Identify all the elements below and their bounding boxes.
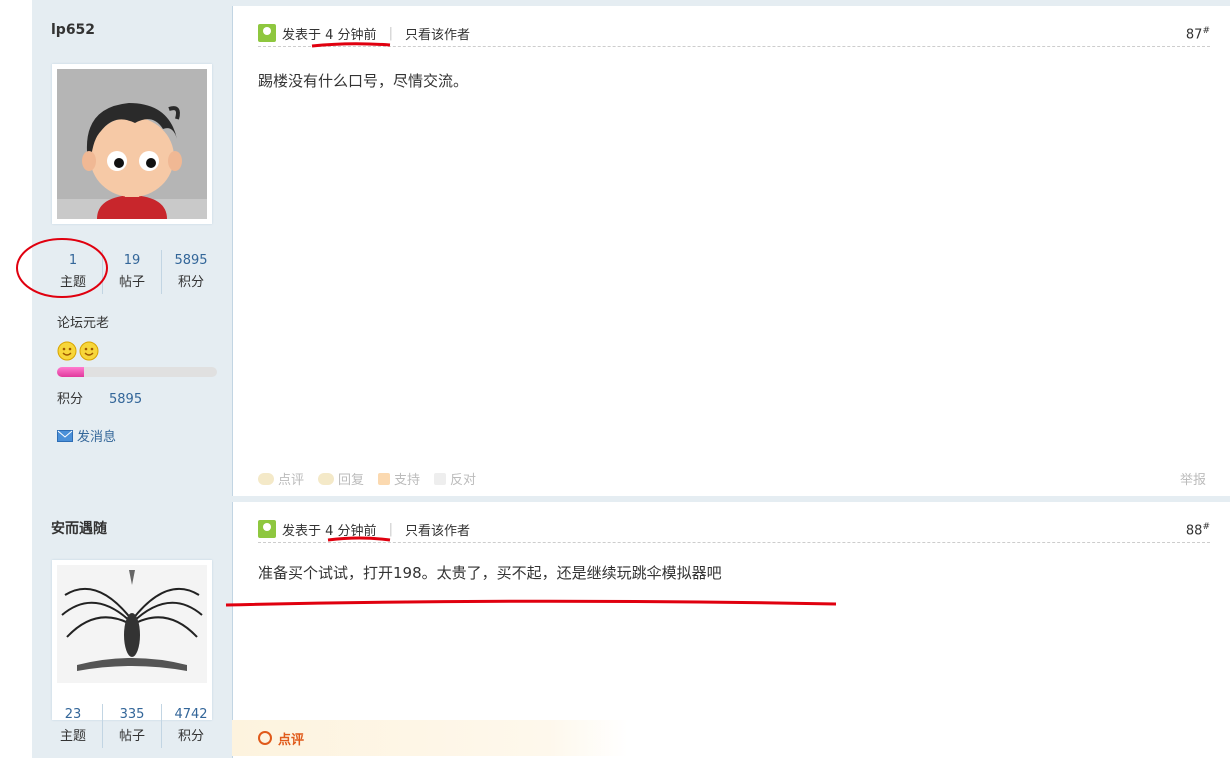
level-progress-fill: [57, 367, 85, 377]
meta-separator: |: [388, 521, 393, 537]
reply-label[interactable]: 回复: [338, 469, 364, 488]
author-sidebar: 安而遇随 23 主题 335 帖子 4742 积分: [32, 502, 233, 758]
post-87: lp652 1 主题 19 帖子 5895 积分 论坛元老 积分 5895 发消…: [32, 0, 1230, 502]
comment-ring-icon: [258, 731, 272, 745]
stat-label: 积分: [177, 729, 204, 744]
post-actions: 点评 回复 支持 反对 举报: [258, 469, 1210, 488]
floor-value[interactable]: 87: [1186, 27, 1203, 42]
author-sidebar: lp652 1 主题 19 帖子 5895 积分 论坛元老 积分 5895 发消…: [32, 6, 233, 502]
stat-num[interactable]: 335: [103, 704, 161, 726]
post-body: 准备买个试试，打开198。太贵了，买不起，还是继续玩跳伞模拟器吧: [258, 564, 722, 582]
stat-points[interactable]: 4742 积分: [161, 704, 220, 748]
send-message-label[interactable]: 发消息: [77, 426, 116, 445]
stat-posts[interactable]: 335 帖子: [102, 704, 161, 748]
comment-icon: [258, 472, 274, 485]
post-body: 踢楼没有什么口号，尽情交流。: [258, 72, 469, 90]
post-content: 发表于 4 分钟前 | 只看该作者 88# 准备买个试试，打开198。太贵了，买…: [232, 502, 1210, 758]
comment-button[interactable]: 点评: [258, 469, 304, 488]
stat-label: 帖子: [118, 275, 145, 290]
stat-topics[interactable]: 23 主题: [44, 704, 102, 748]
author-name[interactable]: lp652: [51, 22, 95, 38]
posted-prefix: 发表于: [282, 27, 322, 43]
user-online-icon: [258, 24, 276, 42]
smiley-icon: [57, 341, 77, 361]
posted-time: 4 分钟前: [325, 523, 377, 539]
reply-icon: [318, 472, 335, 485]
post-meta: 发表于 4 分钟前 | 只看该作者 87#: [258, 20, 1210, 47]
oppose-button[interactable]: 反对: [434, 469, 476, 488]
only-author-link[interactable]: 只看该作者: [405, 520, 470, 539]
posted-prefix: 发表于: [282, 523, 322, 539]
score-row: 积分 5895: [57, 388, 142, 407]
floor-number[interactable]: 88#: [1186, 522, 1210, 538]
user-rank: 论坛元老: [57, 316, 110, 331]
stat-label: 主题: [59, 729, 86, 744]
avatar[interactable]: [52, 64, 212, 224]
level-progress-bar: [57, 367, 217, 377]
winged-figure-avatar-icon: [57, 565, 207, 683]
stat-posts[interactable]: 19 帖子: [102, 250, 161, 294]
stat-num[interactable]: 23: [44, 704, 102, 726]
floor-number[interactable]: 87#: [1186, 26, 1210, 42]
support-label[interactable]: 支持: [394, 469, 420, 488]
post-content: 发表于 4 分钟前 | 只看该作者 87# 踢楼没有什么口号，尽情交流。 点评 …: [258, 6, 1210, 502]
stat-topics[interactable]: 1 主题: [44, 250, 102, 294]
meta-separator: |: [388, 25, 393, 41]
stat-label: 帖子: [118, 729, 145, 744]
comment-section-header: 点评: [232, 720, 628, 756]
user-online-icon: [258, 520, 276, 538]
comment-section-label: 点评: [278, 732, 305, 748]
stat-points[interactable]: 5895 积分: [161, 250, 220, 294]
floor-mark: #: [1202, 26, 1210, 36]
avatar[interactable]: [52, 560, 212, 720]
posted-time: 4 分钟前: [325, 27, 377, 43]
score-value: 5895: [109, 392, 143, 407]
post-meta: 发表于 4 分钟前 | 只看该作者 88#: [258, 516, 1210, 543]
reply-button[interactable]: 回复: [318, 469, 364, 488]
stat-num[interactable]: 1: [44, 250, 102, 272]
stat-num[interactable]: 5895: [162, 250, 220, 272]
stat-label: 主题: [59, 275, 86, 290]
smiley-icon: [79, 341, 99, 361]
author-stats: 1 主题 19 帖子 5895 积分: [44, 250, 220, 294]
report-button[interactable]: 举报: [1180, 469, 1206, 488]
floor-value[interactable]: 88: [1186, 523, 1203, 538]
oppose-label[interactable]: 反对: [450, 469, 476, 488]
post-88: 安而遇随 23 主题 335 帖子 4742 积分 发表于 4 分钟前 | 只看…: [32, 496, 1230, 758]
author-name[interactable]: 安而遇随: [51, 518, 107, 538]
support-button[interactable]: 支持: [378, 469, 420, 488]
floor-mark: #: [1202, 522, 1210, 532]
stat-num[interactable]: 19: [103, 250, 161, 272]
stat-label: 积分: [177, 275, 204, 290]
score-label: 积分: [57, 392, 84, 407]
thumb-down-icon: [434, 472, 447, 485]
only-author-link[interactable]: 只看该作者: [405, 24, 470, 43]
comment-label[interactable]: 点评: [278, 469, 304, 488]
send-message-link[interactable]: 发消息: [57, 426, 116, 445]
stat-num[interactable]: 4742: [162, 704, 220, 726]
author-stats: 23 主题 335 帖子 4742 积分: [44, 704, 220, 748]
thumb-up-icon: [378, 472, 391, 485]
cartoon-boy-avatar-icon: [57, 69, 207, 219]
rank-stars: [57, 341, 99, 361]
envelope-icon: [57, 429, 73, 442]
